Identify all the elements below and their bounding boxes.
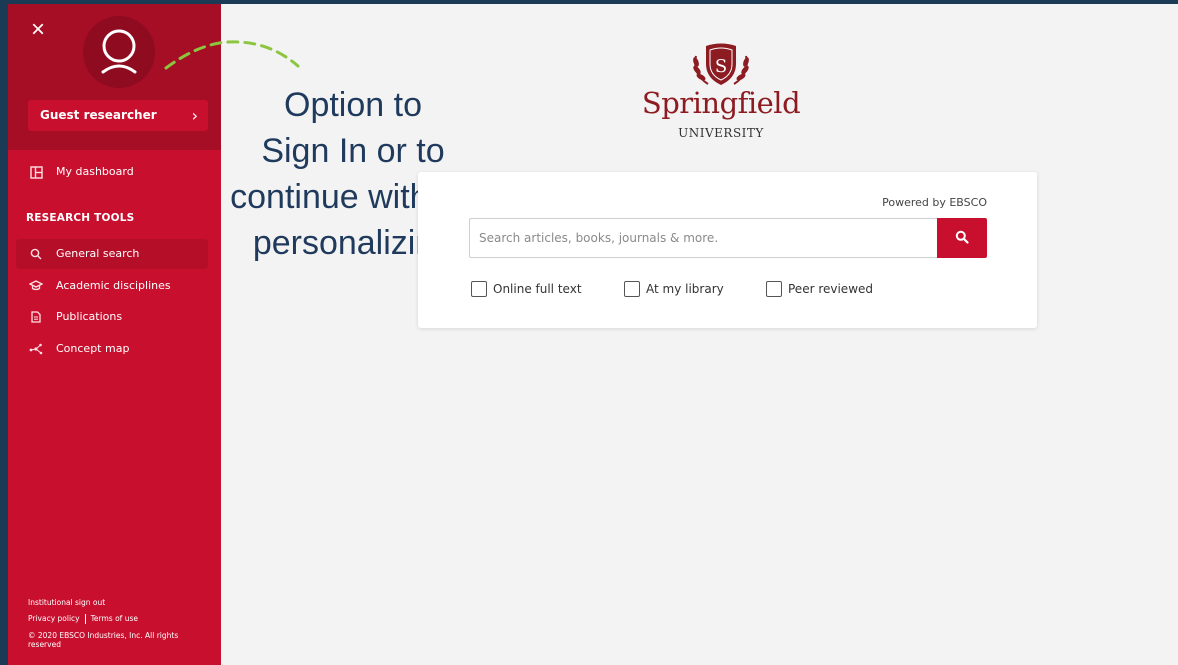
sidebar-item-concept-map[interactable]: Concept map xyxy=(16,334,208,364)
filter-label: Online full text xyxy=(493,282,582,296)
sidebar-item-label: Academic disciplines xyxy=(56,279,171,292)
sidebar-footer: Institutional sign out Privacy policy Ter… xyxy=(28,598,208,656)
concept-map-icon xyxy=(28,334,44,364)
university-logo: S Springfield UNIVERSITY xyxy=(626,40,816,146)
sidebar-item-academic-disciplines[interactable]: Academic disciplines xyxy=(16,271,208,301)
university-name: Springfield xyxy=(641,86,801,120)
app-frame: × Guest researcher › My dashboard RESEAR… xyxy=(8,4,1178,665)
guest-researcher-button[interactable]: Guest researcher › xyxy=(28,100,208,131)
checkbox[interactable] xyxy=(624,281,640,297)
guest-researcher-label: Guest researcher xyxy=(40,108,157,122)
copyright-text: © 2020 EBSCO Industries, Inc. All rights… xyxy=(28,631,179,649)
sidebar-item-general-search[interactable]: General search xyxy=(16,239,208,269)
mortarboard-icon xyxy=(28,271,44,301)
sidebar-item-label: Publications xyxy=(56,310,123,323)
terms-of-use-link[interactable]: Terms of use xyxy=(91,614,138,623)
privacy-policy-link[interactable]: Privacy policy xyxy=(28,614,80,623)
close-icon[interactable]: × xyxy=(26,18,50,42)
footer-divider xyxy=(84,614,86,624)
user-icon xyxy=(101,29,137,74)
annotation-line: Option to xyxy=(284,86,422,124)
filter-online-full-text[interactable]: Online full text xyxy=(471,280,582,298)
search-icon xyxy=(28,239,44,269)
shield-letter: S xyxy=(715,56,727,77)
search-input[interactable] xyxy=(469,218,937,258)
checkbox[interactable] xyxy=(471,281,487,297)
section-title-research-tools: RESEARCH TOOLS xyxy=(26,212,135,224)
chevron-right-icon: › xyxy=(191,106,198,125)
institutional-sign-out-link[interactable]: Institutional sign out xyxy=(28,598,105,607)
filter-label: At my library xyxy=(646,282,724,296)
filter-peer-reviewed[interactable]: Peer reviewed xyxy=(766,280,873,298)
filter-at-my-library[interactable]: At my library xyxy=(624,280,724,298)
sidebar-item-publications[interactable]: Publications xyxy=(16,302,208,332)
dashed-arrow xyxy=(164,40,300,70)
sidebar: × Guest researcher › My dashboard RESEAR… xyxy=(8,4,221,665)
dashboard-icon xyxy=(28,157,44,187)
shield-icon: S xyxy=(693,43,749,85)
filter-label: Peer reviewed xyxy=(788,282,874,296)
university-subtitle: UNIVERSITY xyxy=(678,126,764,140)
search-icon xyxy=(955,230,969,244)
avatar[interactable] xyxy=(83,16,155,88)
search-card: Powered by EBSCO Online full text At my … xyxy=(418,172,1037,328)
document-icon xyxy=(28,302,44,332)
sidebar-item-label: My dashboard xyxy=(56,165,134,178)
powered-by-text: Powered by EBSCO xyxy=(882,196,987,209)
sidebar-item-label: Concept map xyxy=(56,342,130,355)
checkbox[interactable] xyxy=(766,281,782,297)
sidebar-item-label: General search xyxy=(56,247,140,260)
sidebar-item-my-dashboard[interactable]: My dashboard xyxy=(16,157,208,187)
search-button[interactable] xyxy=(937,218,987,258)
annotation-line: Sign In or to xyxy=(261,132,445,170)
